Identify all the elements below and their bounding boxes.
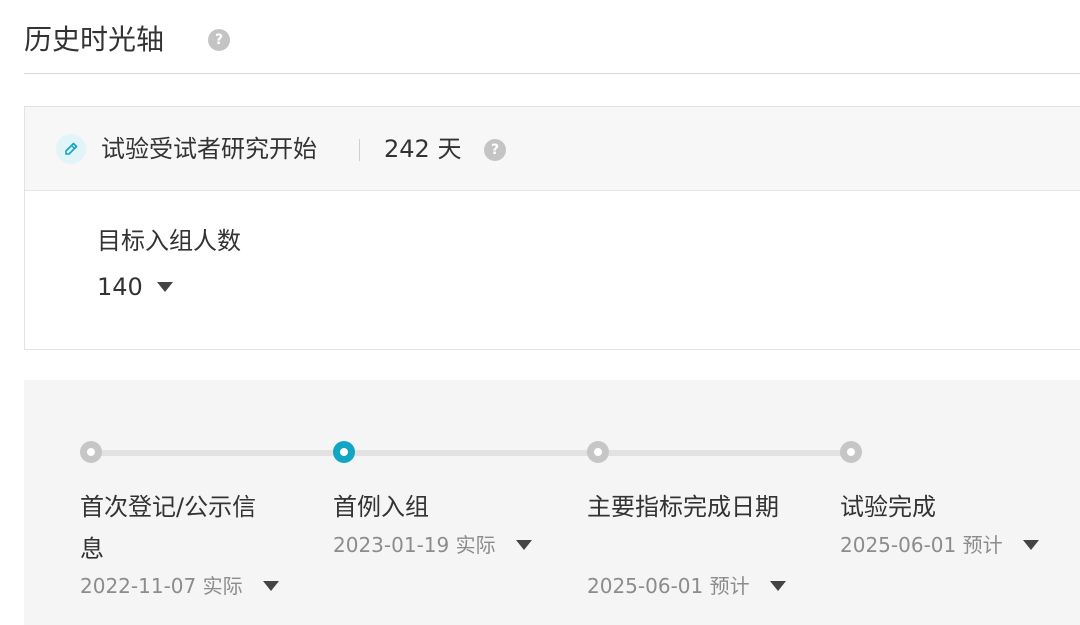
pen-icon [56, 134, 86, 164]
milestone-dot [840, 441, 862, 463]
page-title: 历史时光轴 [24, 23, 165, 56]
help-icon[interactable]: ? [484, 139, 506, 161]
milestone-name: 主要指标完成日期 [587, 493, 779, 521]
timeline-connector [345, 450, 598, 456]
timeline-connector [598, 450, 851, 456]
milestone-name: 首次登记/公示信息 [80, 493, 257, 563]
milestone-dot-active [333, 441, 355, 463]
history-timeline-page: 历史时光轴 ? 试验受试者研究开始 242 天 ? 目标入组人数 140 首次登… [0, 0, 1080, 625]
caret-down-icon[interactable] [769, 581, 786, 591]
study-start-card: 试验受试者研究开始 242 天 ? 目标入组人数 140 [24, 106, 1080, 350]
milestone-date: 2025-06-01 预计 [840, 533, 1003, 557]
milestone-date-dropdown[interactable]: 2025-06-01 预计 [587, 572, 786, 600]
caret-down-icon[interactable] [262, 581, 279, 591]
milestone-date-dropdown[interactable]: 2025-06-01 预计 [840, 531, 1039, 559]
divider [359, 139, 360, 161]
milestone-date-dropdown[interactable]: 2022-11-07 实际 [80, 572, 279, 600]
target-enrollment-value: 140 [97, 273, 143, 301]
duration-days: 242 天 [384, 135, 462, 163]
milestone-dot [587, 441, 609, 463]
timeline-connector [91, 450, 345, 456]
milestone-dot [80, 441, 102, 463]
milestone-date: 2022-11-07 实际 [80, 574, 243, 598]
study-start-title: 试验受试者研究开始 [101, 135, 317, 163]
card-header: 试验受试者研究开始 242 天 ? [25, 107, 1080, 191]
target-enrollment-label: 目标入组人数 [97, 227, 241, 255]
milestone-name: 首例入组 [333, 493, 429, 521]
section-header: 历史时光轴 ? [24, 0, 1080, 74]
target-enrollment-dropdown[interactable]: 140 [97, 271, 173, 303]
caret-down-icon[interactable] [1022, 540, 1039, 550]
milestone-date: 2023-01-19 实际 [333, 533, 496, 557]
caret-down-icon[interactable] [156, 282, 173, 292]
caret-down-icon[interactable] [515, 540, 532, 550]
milestone-date-dropdown[interactable]: 2023-01-19 实际 [333, 531, 532, 559]
milestone-date: 2025-06-01 预计 [587, 574, 750, 598]
milestone-name: 试验完成 [840, 493, 936, 521]
timeline-panel: 首次登记/公示信息 2022-11-07 实际 首例入组 2023-01-19 … [24, 380, 1080, 625]
help-icon[interactable]: ? [208, 29, 230, 51]
